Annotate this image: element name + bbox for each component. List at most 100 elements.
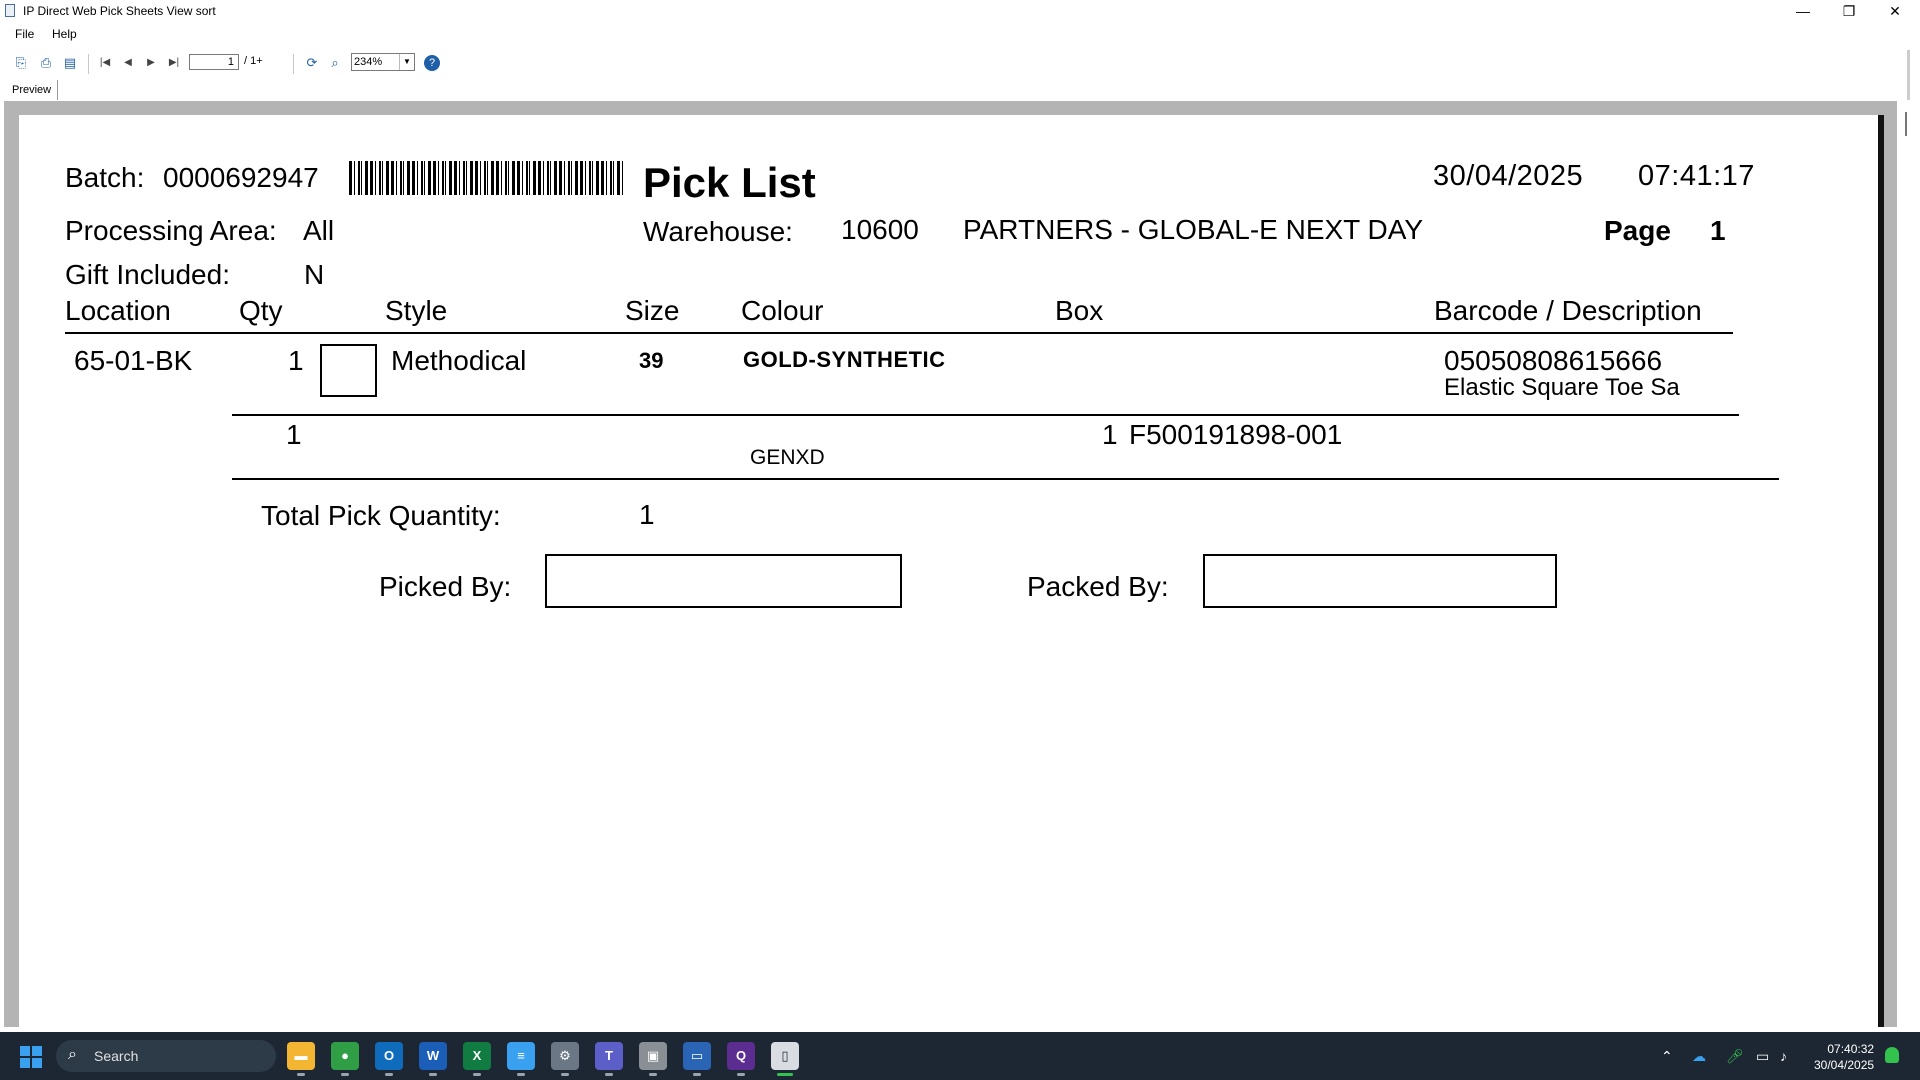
minimize-button[interactable]: — <box>1780 0 1826 22</box>
chevron-down-icon[interactable]: ▼ <box>399 54 414 70</box>
page-number-input[interactable]: 1 <box>189 54 239 70</box>
packed-by-label: Packed By: <box>1027 571 1169 602</box>
toolbar-separator <box>293 54 294 74</box>
taskbar-app-file-explorer[interactable]: ▬ <box>287 1042 315 1070</box>
search-placeholder: Search <box>94 1048 139 1064</box>
item-qty: 1 <box>288 345 304 376</box>
taskbar-app-notepad[interactable]: ≡ <box>507 1042 535 1070</box>
item-location: 65-01-BK <box>74 345 193 376</box>
network-icon[interactable]: ▭ <box>1756 1048 1769 1065</box>
vertical-scrollbar[interactable] <box>1905 112 1907 136</box>
taskbar-running-indicator <box>341 1073 349 1076</box>
taskbar-running-indicator <box>605 1073 613 1076</box>
warehouse-label: Warehouse: <box>643 216 793 247</box>
taskbar-app-word[interactable]: W <box>419 1042 447 1070</box>
help-icon[interactable]: ? <box>424 55 440 71</box>
tab-preview[interactable]: Preview <box>6 80 59 100</box>
item-colour: GOLD-SYNTHETIC <box>743 347 946 372</box>
batch-barcode-image <box>349 161 623 195</box>
warehouse-name: PARTNERS - GLOBAL-E NEXT DAY <box>963 214 1424 245</box>
taskbar-running-indicator <box>385 1073 393 1076</box>
taskbar-app-chrome[interactable]: ● <box>331 1042 359 1070</box>
column-location: Location <box>65 295 171 326</box>
subline-qty: 1 <box>286 419 302 450</box>
packed-by-box <box>1203 554 1557 608</box>
next-page-icon[interactable]: ▶ <box>144 55 158 71</box>
last-page-icon[interactable]: ▶| <box>167 55 181 71</box>
column-colour: Colour <box>741 295 824 326</box>
box-qty: 1 <box>1102 419 1118 450</box>
taskbar-running-indicator <box>777 1073 793 1076</box>
processing-area-label: Processing Area: <box>65 215 277 246</box>
taskbar-running-indicator <box>649 1073 657 1076</box>
print-icon[interactable]: ⎙ <box>38 55 54 71</box>
start-button[interactable] <box>20 1046 42 1068</box>
gift-included-label: Gift Included: <box>65 259 230 290</box>
cloud-icon[interactable]: ☁ <box>1692 1048 1706 1065</box>
menu-bar: File Help <box>0 24 1920 44</box>
restore-button[interactable]: ❐ <box>1826 0 1872 22</box>
item-description: Elastic Square Toe Sa <box>1444 374 1680 401</box>
report-date: 30/04/2025 <box>1433 160 1584 192</box>
first-page-icon[interactable]: |◀ <box>98 55 112 71</box>
group-tree-icon[interactable]: ▤ <box>62 55 78 71</box>
taskbar-running-indicator <box>693 1073 701 1076</box>
title-bar: IP Direct Web Pick Sheets View sort — ❐ … <box>0 0 1920 22</box>
box-reference: F500191898-001 <box>1129 419 1343 450</box>
taskbar-running-indicator <box>517 1073 525 1076</box>
menu-help[interactable]: Help <box>52 27 77 41</box>
gift-included-value: N <box>304 259 325 290</box>
item-rule <box>232 414 1739 416</box>
toolbar-separator <box>88 54 89 74</box>
report-title: Pick List <box>643 159 816 206</box>
microphone-icon[interactable]: 🎤︎ <box>1726 1048 1744 1065</box>
batch-value: 0000692947 <box>163 162 319 193</box>
menu-file[interactable]: File <box>15 27 34 41</box>
item-style: Methodical <box>391 345 527 376</box>
previous-page-icon[interactable]: ◀ <box>121 55 135 71</box>
picked-by-label: Picked By: <box>379 571 512 602</box>
report-page: Batch: 0000692947 Pick List 30/04/2025 0… <box>19 115 1884 1027</box>
total-pick-quantity-value: 1 <box>639 499 655 530</box>
processing-area-value: All <box>303 215 335 246</box>
refresh-icon[interactable]: ⟳ <box>304 55 320 71</box>
window-title: IP Direct Web Pick Sheets View sort <box>23 4 216 18</box>
column-style: Style <box>385 295 448 326</box>
page-label: Page <box>1604 215 1671 246</box>
subline-code: GENXD <box>750 446 825 469</box>
report-toolbar: ⎘ ⎙ ▤ |◀ ◀ ▶ ▶| ⟳ ⌕ ? <box>0 48 1920 76</box>
taskbar-app-outlook[interactable]: O <box>375 1042 403 1070</box>
taskbar-clock[interactable]: 07:40:32 30/04/2025 <box>1814 1041 1874 1073</box>
taskbar-app-remote-app[interactable]: ▣ <box>639 1042 667 1070</box>
zoom-select[interactable]: 234% ▼ <box>351 53 415 71</box>
column-qty: Qty <box>239 295 283 326</box>
taskbar-running-indicator <box>429 1073 437 1076</box>
subline-rule <box>232 478 1779 480</box>
taskbar-app-query-app[interactable]: Q <box>727 1042 755 1070</box>
column-size: Size <box>625 295 680 326</box>
item-size: 39 <box>639 348 664 373</box>
batch-label: Batch: <box>65 162 145 193</box>
taskbar-search[interactable]: ⌕ Search <box>56 1040 276 1072</box>
taskbar-app-excel[interactable]: X <box>463 1042 491 1070</box>
search-icon: ⌕ <box>68 1046 77 1063</box>
notification-bell-icon[interactable] <box>1885 1047 1899 1063</box>
picked-by-box <box>545 554 902 608</box>
taskbar-app-active-viewer[interactable]: ▯ <box>771 1042 799 1070</box>
taskbar-app-crystal-app[interactable]: ▭ <box>683 1042 711 1070</box>
volume-icon[interactable]: ♪ <box>1780 1048 1787 1064</box>
toolbar-scroll-strip <box>1907 50 1910 100</box>
column-barcode-description: Barcode / Description <box>1434 295 1702 326</box>
header-rule <box>65 332 1733 334</box>
column-box: Box <box>1055 295 1104 326</box>
app-document-icon <box>5 4 15 17</box>
taskbar-running-indicator <box>737 1073 745 1076</box>
taskbar-app-teams[interactable]: T <box>595 1042 623 1070</box>
close-button[interactable]: ✕ <box>1872 0 1918 22</box>
item-barcode: 05050808615666 <box>1444 345 1663 376</box>
export-icon[interactable]: ⎘ <box>13 55 29 71</box>
taskbar-app-settings[interactable]: ⚙ <box>551 1042 579 1070</box>
chevron-up-icon[interactable]: ⌃ <box>1661 1048 1673 1065</box>
warehouse-code: 10600 <box>841 214 919 245</box>
find-icon[interactable]: ⌕ <box>327 55 343 71</box>
